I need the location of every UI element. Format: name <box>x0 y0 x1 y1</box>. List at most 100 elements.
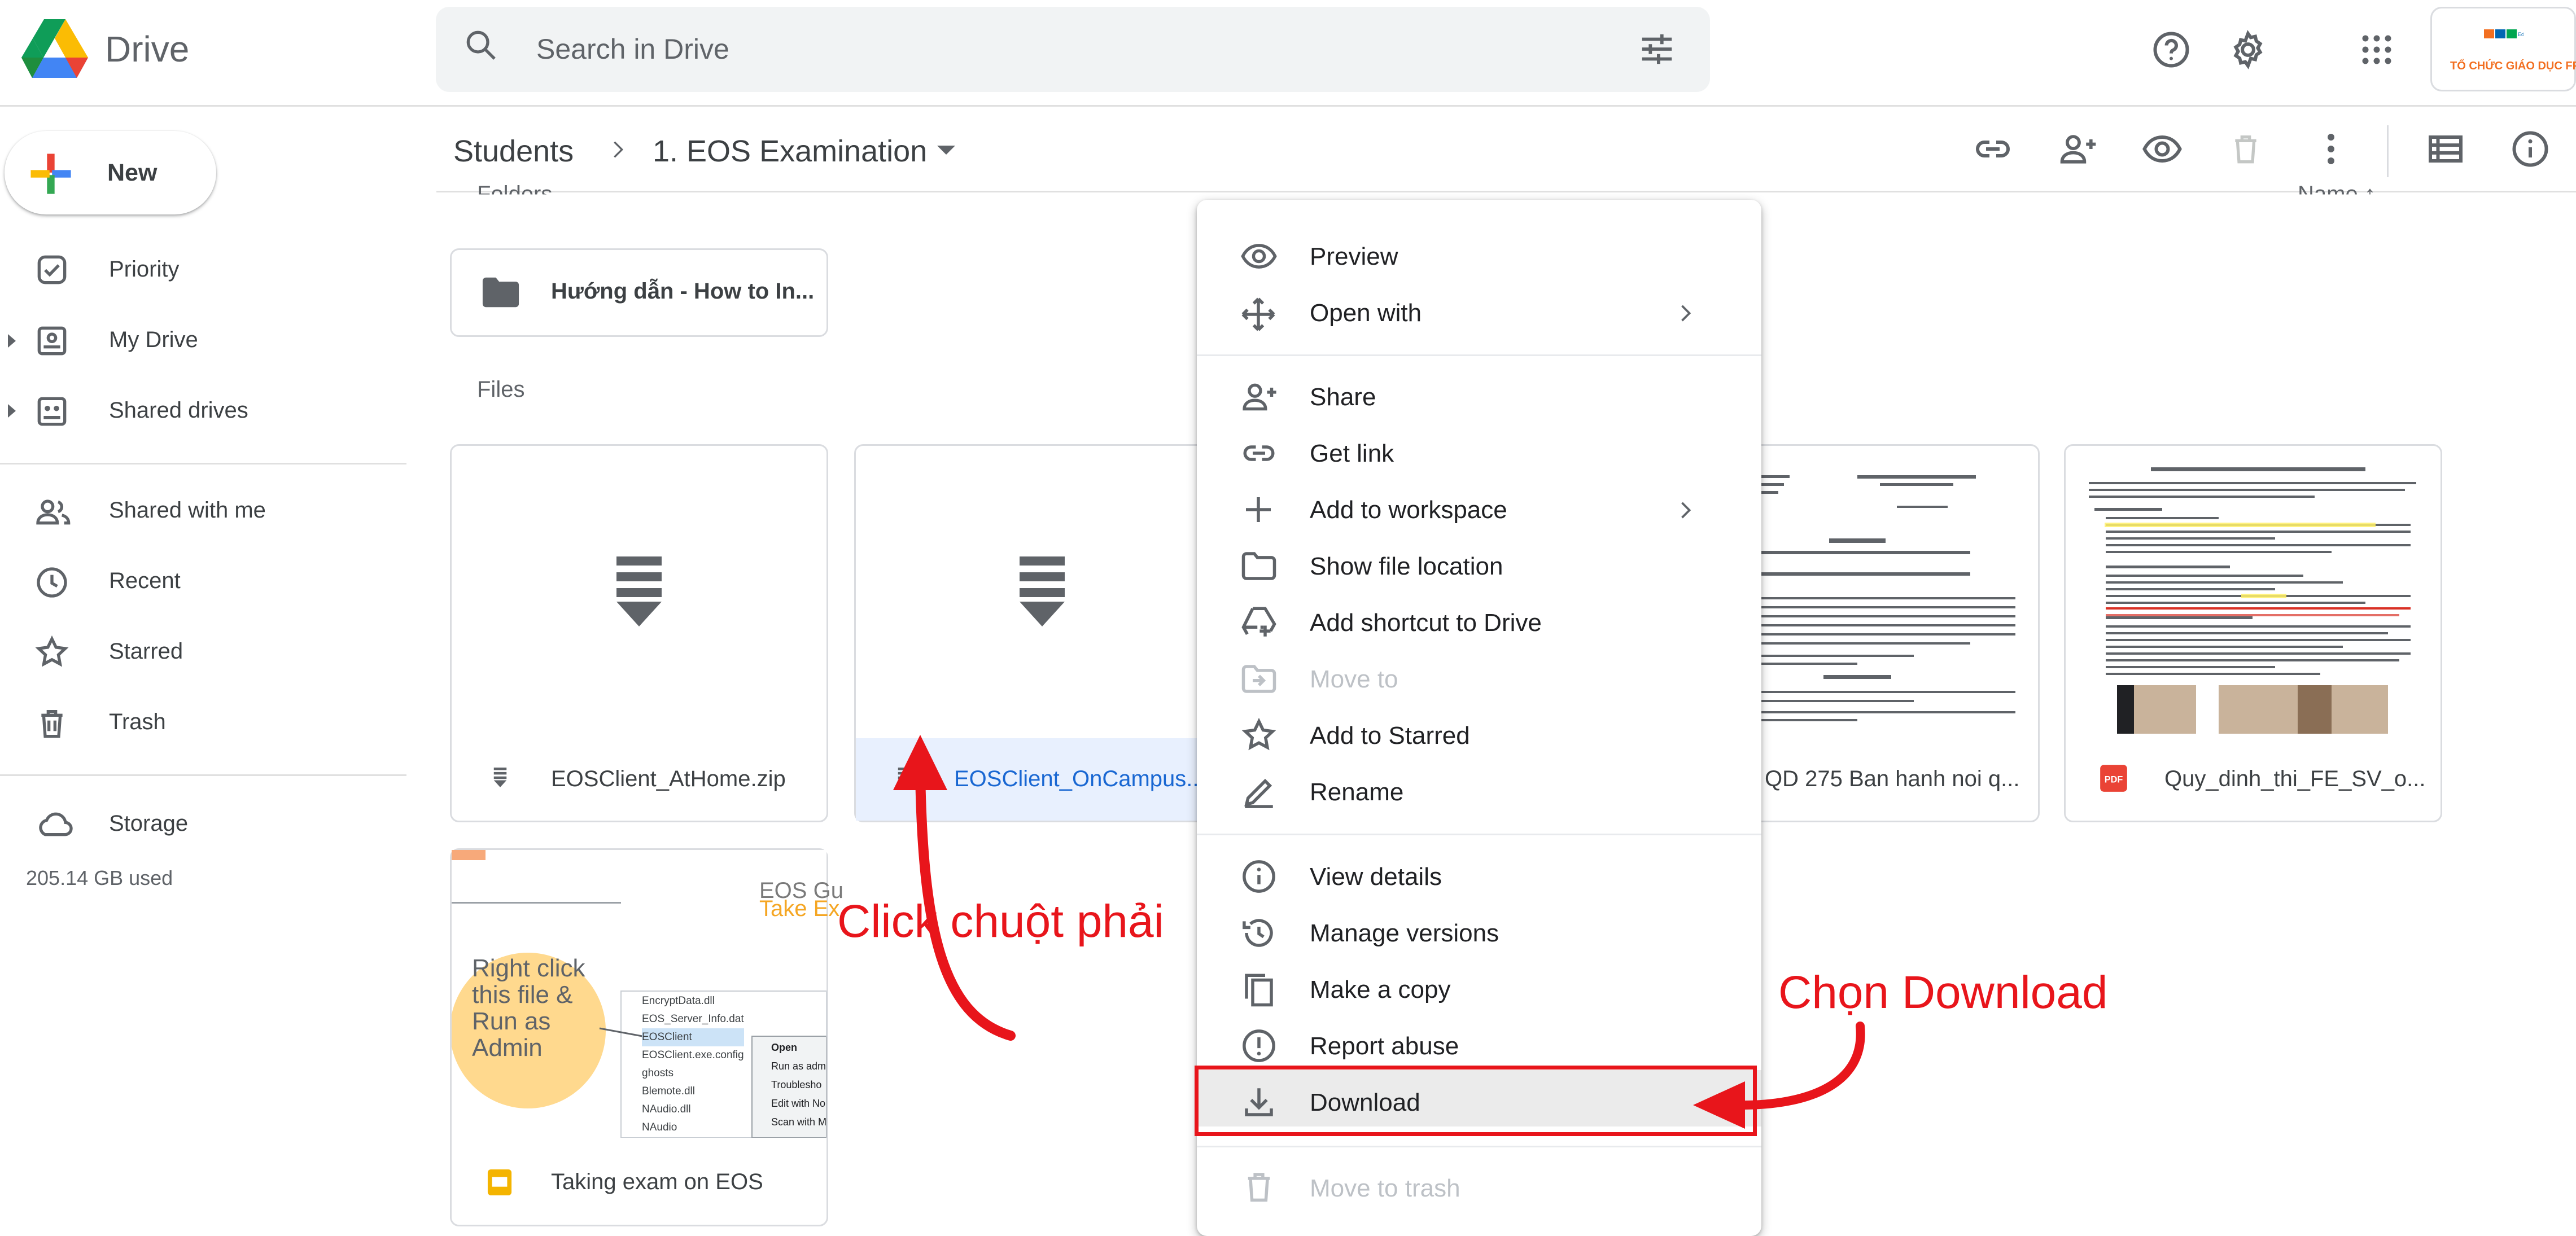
trash-icon <box>1240 1168 1278 1206</box>
file-name: EOSClient_AtHome.zip <box>551 766 786 791</box>
person-add-icon <box>1240 378 1279 415</box>
sort-by-name[interactable]: Name ↑ <box>2298 182 2376 195</box>
slide-subtitle: Take Ex <box>759 896 840 921</box>
slide-file-list: EncryptData.dll EOS_Server_Info.dat EOSC… <box>642 995 744 1133</box>
app-brand: Drive <box>105 29 190 69</box>
slide-bubble-text: Right click this file & Run as Admin <box>472 954 585 1062</box>
menu-item-add-shortcut[interactable]: Add shortcut to Drive <box>1310 609 1542 637</box>
menu-item-share[interactable]: Share <box>1310 383 1376 411</box>
report-icon <box>1240 1027 1278 1064</box>
document-thumbnail <box>2083 463 2428 734</box>
plus-icon <box>1240 491 1277 528</box>
history-icon <box>1240 914 1278 952</box>
breadcrumb-current[interactable]: 1. EOS Examination <box>653 134 927 169</box>
menu-item-view-details[interactable]: View details <box>1310 863 1442 891</box>
red-arrow-up-icon <box>881 728 1027 1044</box>
info-icon[interactable] <box>2510 129 2551 169</box>
move-arrows-icon <box>1240 296 1277 333</box>
new-plus-icon <box>28 151 73 196</box>
search-icon[interactable] <box>463 27 499 63</box>
settings-gear-icon[interactable] <box>2228 29 2268 70</box>
account-label: TỔ CHỨC GIÁO DỤC FPT <box>2450 60 2576 72</box>
dropdown-arrow-icon[interactable] <box>937 146 955 155</box>
menu-item-preview[interactable]: Preview <box>1310 243 1398 271</box>
sidebar-item-my-drive[interactable]: My Drive <box>109 327 198 353</box>
expand-caret-icon[interactable] <box>8 404 16 418</box>
list-view-icon[interactable] <box>2425 129 2466 169</box>
sidebar-item-recent[interactable]: Recent <box>109 568 181 594</box>
chevron-right-icon <box>607 135 629 164</box>
file-name: Taking exam on EOS <box>551 1169 763 1194</box>
menu-item-open-with[interactable]: Open with <box>1310 299 1422 327</box>
sidebar-divider <box>0 774 406 776</box>
shared-drives-icon <box>34 393 70 429</box>
svg-text:PDF: PDF <box>2105 775 2123 785</box>
choose-download-annotation: Chọn Download <box>1778 967 2108 1018</box>
help-icon[interactable] <box>2151 29 2192 70</box>
menu-item-make-a-copy[interactable]: Make a copy <box>1310 976 1450 1004</box>
sidebar-divider <box>0 463 406 464</box>
menu-item-rename[interactable]: Rename <box>1310 778 1403 807</box>
priority-icon <box>34 252 70 288</box>
menu-item-report-abuse[interactable]: Report abuse <box>1310 1032 1459 1060</box>
menu-item-add-to-starred[interactable]: Add to Starred <box>1310 722 1470 750</box>
more-vert-icon[interactable] <box>2317 129 2345 169</box>
pdf-icon: PDF <box>2099 764 2128 793</box>
eye-icon <box>1240 239 1278 273</box>
files-section-label: Files <box>477 377 525 402</box>
search-options-icon[interactable] <box>1637 29 1677 69</box>
sidebar-item-shared-drives[interactable]: Shared drives <box>109 398 248 423</box>
expand-caret-icon[interactable] <box>8 334 16 348</box>
star-icon <box>1240 717 1278 754</box>
file-name: Quy_dinh_thi_FE_SV_o... <box>2164 766 2426 791</box>
menu-item-manage-versions[interactable]: Manage versions <box>1310 919 1499 948</box>
link-icon[interactable] <box>1973 129 2013 169</box>
info-icon <box>1240 858 1278 895</box>
star-icon <box>34 634 70 670</box>
trash-icon[interactable] <box>2228 129 2264 169</box>
file-name: QD 275 Ban hanh noi q... <box>1765 766 2020 791</box>
sidebar-item-trash[interactable]: Trash <box>109 709 166 735</box>
zip-file-icon <box>612 556 666 629</box>
eye-icon[interactable] <box>2142 129 2183 169</box>
document-thumbnail <box>1744 463 2027 728</box>
file-card[interactable] <box>450 444 828 822</box>
search-input[interactable]: Search in Drive <box>536 33 729 65</box>
menu-item-get-link[interactable]: Get link <box>1310 440 1394 468</box>
menu-divider <box>1197 354 1761 356</box>
apps-grid-icon[interactable] <box>2360 33 2394 67</box>
storage-used-text: 205.14 GB used <box>26 866 173 889</box>
folders-section-label: Folders <box>477 182 553 207</box>
drive-logo-icon[interactable] <box>21 19 88 78</box>
fpt-logo-icon: Edu <box>2484 27 2523 50</box>
menu-item-show-file-location[interactable]: Show file location <box>1310 553 1503 581</box>
clock-icon <box>34 564 70 601</box>
folder-icon <box>481 275 521 309</box>
people-icon <box>34 494 73 531</box>
svg-text:Edu: Edu <box>2518 32 2523 37</box>
menu-item-move-to-trash[interactable]: Move to trash <box>1310 1174 1460 1203</box>
my-drive-icon <box>34 323 70 359</box>
download-annotation-box <box>1195 1066 1757 1136</box>
menu-item-move-to[interactable]: Move to <box>1310 665 1398 694</box>
menu-divider <box>1197 1146 1761 1147</box>
drive-shortcut-icon <box>1240 604 1278 641</box>
breadcrumb-parent[interactable]: Students <box>453 134 574 169</box>
sidebar-item-shared-with-me[interactable]: Shared with me <box>109 498 266 523</box>
trash-icon <box>34 705 70 742</box>
chevron-right-icon <box>1678 496 1695 524</box>
toolbar-divider <box>2387 125 2389 177</box>
cloud-icon <box>34 806 75 842</box>
folder-icon <box>1240 547 1278 585</box>
copy-icon <box>1240 971 1278 1008</box>
sidebar-item-storage[interactable]: Storage <box>109 811 188 836</box>
red-arrow-left-icon <box>1691 1022 1871 1134</box>
menu-divider <box>1197 834 1761 835</box>
sidebar-item-priority[interactable]: Priority <box>109 257 179 282</box>
zip-small-icon <box>492 768 508 788</box>
menu-item-add-to-workspace[interactable]: Add to workspace <box>1310 496 1507 524</box>
sidebar-item-starred[interactable]: Starred <box>109 639 183 664</box>
person-add-icon[interactable] <box>2057 129 2099 169</box>
slides-icon <box>487 1168 513 1196</box>
link-icon <box>1240 435 1278 472</box>
